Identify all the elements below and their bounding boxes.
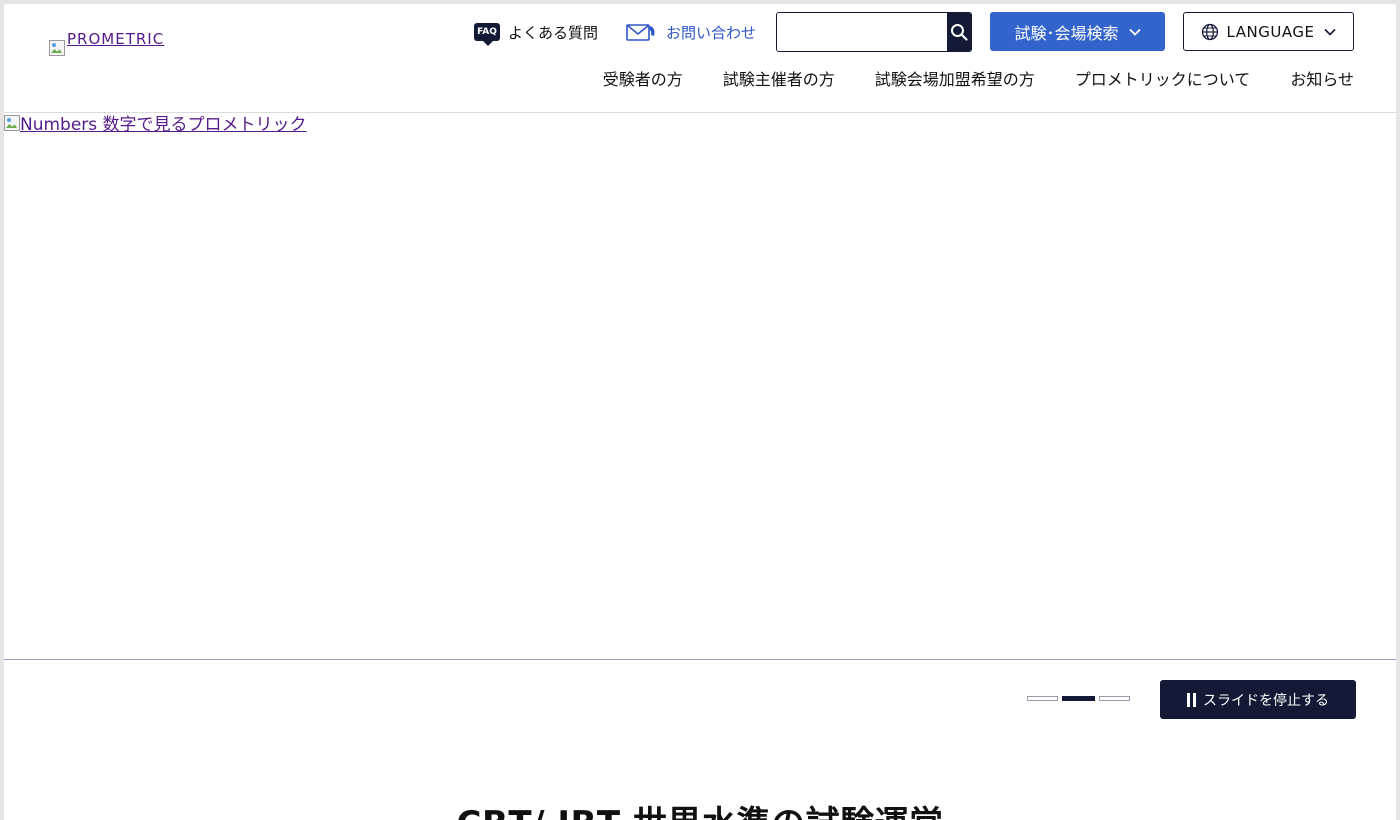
search-icon xyxy=(951,24,968,41)
logo-alt-text: PROMETRIC xyxy=(67,30,165,48)
contact-label: お問い合わせ xyxy=(666,23,757,42)
hero-image-alt-text: Numbers 数字で見るプロメトリック xyxy=(20,115,307,135)
faq-icon: FAQ xyxy=(474,23,500,46)
slider-dot-2[interactable] xyxy=(1062,696,1095,701)
slider-dot-1[interactable] xyxy=(1027,696,1058,701)
language-label: LANGUAGE xyxy=(1226,22,1315,41)
chevron-down-icon xyxy=(1324,28,1337,36)
search-input[interactable] xyxy=(777,13,947,51)
exam-venue-search-button[interactable]: 試験･会場検索 xyxy=(990,12,1165,51)
nav-item-news[interactable]: お知らせ xyxy=(1290,66,1354,90)
nav-item-candidates[interactable]: 受験者の方 xyxy=(603,66,683,90)
hero-slide-link[interactable]: Numbers 数字で見るプロメトリック xyxy=(4,113,307,137)
chevron-down-icon xyxy=(1128,28,1141,36)
contact-link[interactable]: お問い合わせ xyxy=(626,12,756,52)
globe-icon xyxy=(1201,23,1218,40)
pause-slider-button[interactable]: スライドを停止する xyxy=(1160,680,1356,719)
broken-image-icon xyxy=(4,115,20,131)
search-button[interactable] xyxy=(947,13,971,51)
logo-link[interactable]: PROMETRIC xyxy=(49,32,164,56)
faq-link[interactable]: FAQ よくある質問 xyxy=(474,12,598,52)
section-title: CBT/ IBT 世界水準の試験運営 xyxy=(4,796,1396,820)
exam-venue-search-label: 試験･会場検索 xyxy=(1014,23,1119,43)
nav-item-about[interactable]: プロメトリックについて xyxy=(1075,66,1251,90)
language-button[interactable]: LANGUAGE xyxy=(1183,12,1354,51)
mail-phone-icon xyxy=(626,24,655,41)
hero-slider: Numbers 数字で見るプロメトリック xyxy=(4,113,1396,660)
slider-pagination xyxy=(1027,696,1130,701)
pause-icon xyxy=(1187,692,1196,707)
main-nav: 受験者の方 試験主催者の方 試験会場加盟希望の方 プロメトリックについて お知ら… xyxy=(603,66,1354,90)
broken-image-icon xyxy=(49,40,65,56)
page: PROMETRIC FAQ よくある質問 お問い合わせ 試験･会場検索 LANG… xyxy=(4,4,1396,820)
search-form xyxy=(776,12,972,52)
pause-slider-label: スライドを停止する xyxy=(1203,692,1329,709)
slider-dot-3[interactable] xyxy=(1099,696,1130,701)
faq-label: よくある質問 xyxy=(508,23,599,42)
nav-item-test-centers[interactable]: 試験会場加盟希望の方 xyxy=(875,66,1035,90)
site-header: PROMETRIC FAQ よくある質問 お問い合わせ 試験･会場検索 LANG… xyxy=(4,4,1396,113)
nav-item-test-sponsors[interactable]: 試験主催者の方 xyxy=(723,66,835,90)
